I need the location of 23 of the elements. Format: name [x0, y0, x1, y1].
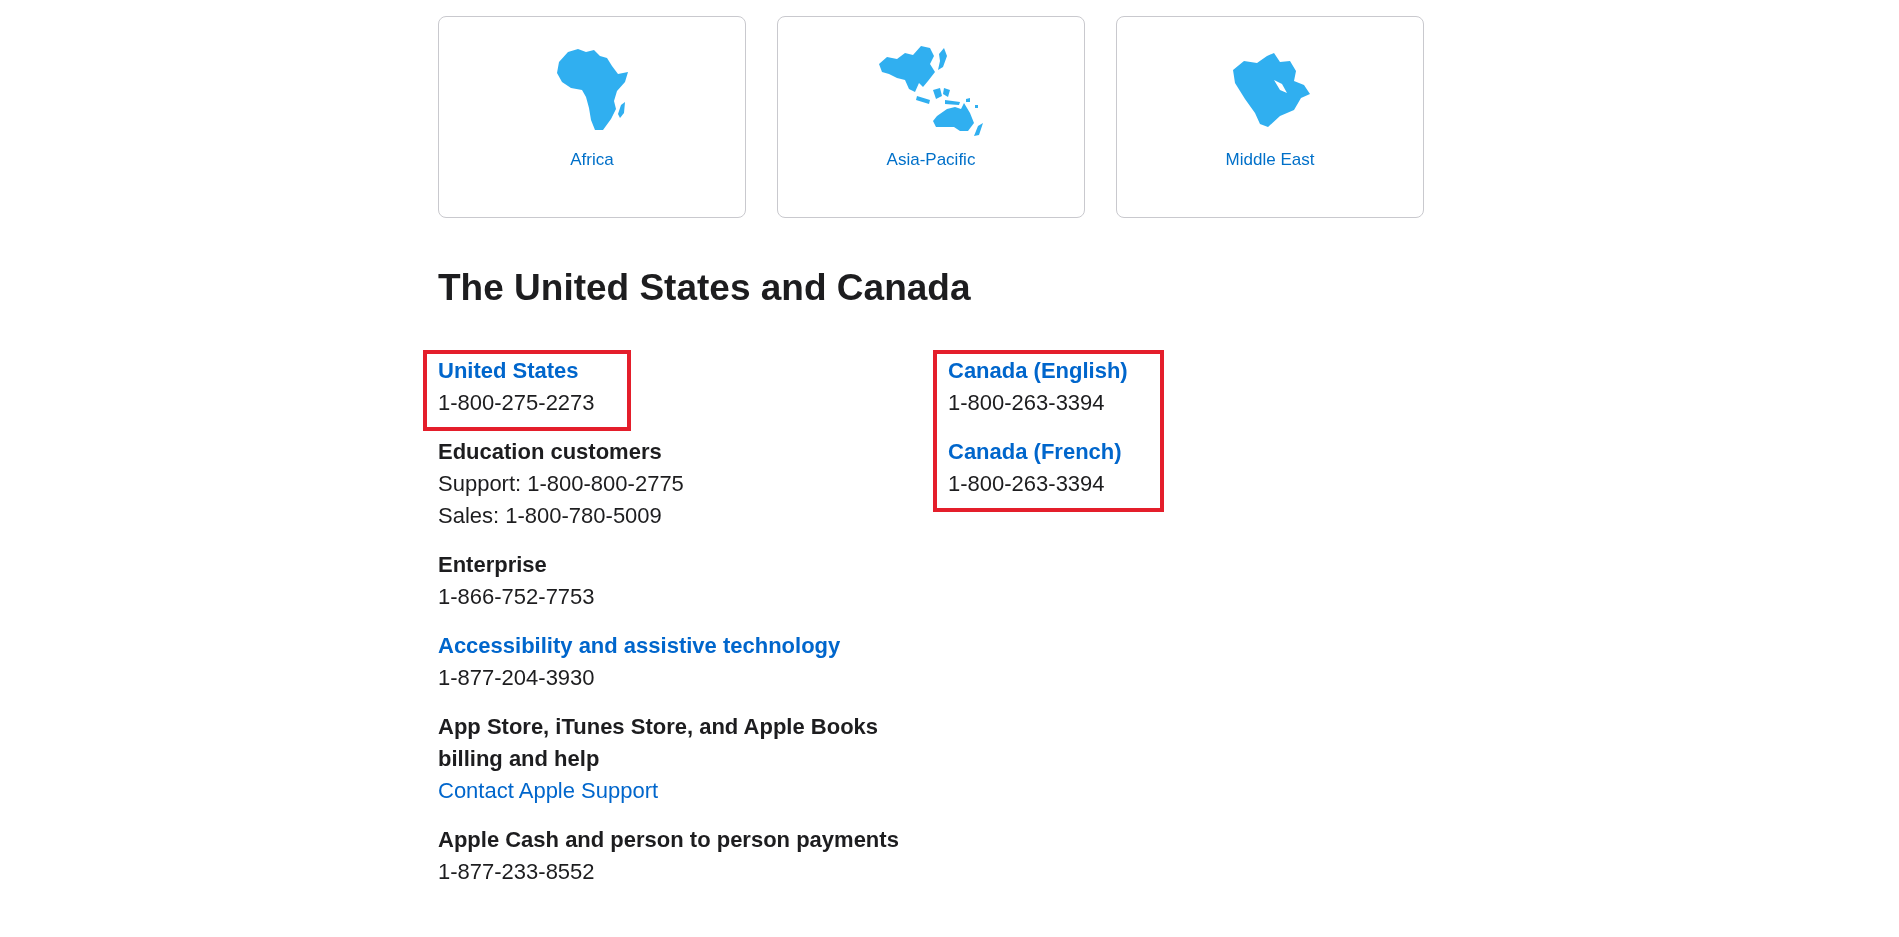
phone-number: 1-866-752-7753 [438, 583, 595, 611]
asia-pacific-map-icon [877, 43, 985, 137]
phone-number: 1-877-233-8552 [438, 858, 595, 886]
contact-title-link[interactable]: Accessibility and assistive technology [438, 630, 841, 662]
region-card[interactable]: Africa [438, 16, 746, 218]
contact-title-link[interactable]: Canada (English) [948, 355, 1128, 387]
contact-title-link[interactable]: United States [438, 355, 579, 387]
contact-title: Apple Cash and person to person payments [438, 826, 899, 854]
region-card[interactable]: Asia-Pacific [777, 16, 1085, 218]
phone-number: Sales: 1-800-780-5009 [438, 502, 662, 530]
phone-number: 1-800-275-2273 [438, 389, 595, 417]
section-heading: The United States and Canada [438, 266, 971, 310]
region-card[interactable]: Middle East [1116, 16, 1424, 218]
phone-number: 1-877-204-3930 [438, 664, 595, 692]
contact-title: App Store, iTunes Store, and Apple Books billing and help [438, 713, 880, 773]
support-link[interactable]: Contact Apple Support [438, 775, 659, 807]
contact-title: Enterprise [438, 551, 547, 579]
phone-number: 1-800-263-3394 [948, 470, 1105, 498]
contact-title: Education customers [438, 438, 662, 466]
africa-map-icon [555, 49, 629, 131]
phone-number: 1-800-263-3394 [948, 389, 1105, 417]
contact-title-link[interactable]: Canada (French) [948, 436, 1122, 468]
phone-number: Support: 1-800-800-2775 [438, 470, 684, 498]
